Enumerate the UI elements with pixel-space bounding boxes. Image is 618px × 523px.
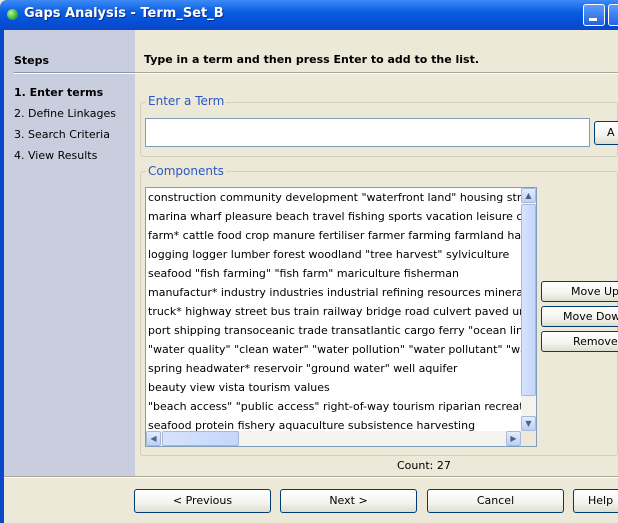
scroll-up-icon[interactable]: ▲ xyxy=(521,188,536,203)
list-item[interactable]: beauty view vista tourism values xyxy=(148,379,330,396)
remove-button[interactable]: Remove xyxy=(541,331,618,352)
minimize-button[interactable] xyxy=(583,4,605,26)
list-item[interactable]: "water quality" "clean water" "water pol… xyxy=(148,341,531,358)
previous-button[interactable]: < Previous xyxy=(134,489,271,513)
count-label: Count: 27 xyxy=(397,459,451,472)
vertical-scroll-thumb[interactable] xyxy=(521,204,536,396)
scroll-left-icon[interactable]: ◀ xyxy=(146,431,161,446)
title-bar[interactable]: Gaps Analysis - Term_Set_B xyxy=(0,0,618,30)
maximize-button[interactable] xyxy=(608,4,618,26)
next-button[interactable]: Next > xyxy=(280,489,417,513)
add-button[interactable]: A xyxy=(594,121,618,145)
list-item[interactable]: marina wharf pleasure beach travel fishi… xyxy=(148,208,529,225)
scroll-corner xyxy=(521,431,536,446)
list-item[interactable]: logging logger lumber forest woodland "t… xyxy=(148,246,509,263)
instruction-text: Type in a term and then press Enter to a… xyxy=(144,53,480,66)
list-item[interactable]: seafood "fish farming" "fish farm" maric… xyxy=(148,265,459,282)
horizontal-scroll-thumb[interactable] xyxy=(162,431,239,446)
list-item[interactable]: truck* highway street bus train railway … xyxy=(148,303,524,320)
list-item[interactable]: construction community development "wate… xyxy=(148,189,536,206)
vertical-scrollbar[interactable]: ▲ ▼ xyxy=(521,188,536,431)
list-item[interactable]: "beach access" "public access" right-of-… xyxy=(148,398,533,415)
move-up-button[interactable]: Move Up xyxy=(541,281,618,302)
steps-divider xyxy=(14,72,135,74)
step-view-results: 4. View Results xyxy=(14,149,98,162)
components-title: Components xyxy=(146,164,226,178)
term-input[interactable] xyxy=(145,118,590,147)
window-title: Gaps Analysis - Term_Set_B xyxy=(24,6,224,21)
cancel-button[interactable]: Cancel xyxy=(427,489,564,513)
horizontal-scrollbar[interactable]: ◀ ▶ xyxy=(146,431,521,446)
app-icon xyxy=(7,9,18,20)
list-item[interactable]: manufactur* industry industries industri… xyxy=(148,284,526,301)
help-button[interactable]: Help xyxy=(573,489,618,513)
scroll-right-icon[interactable]: ▶ xyxy=(506,431,521,446)
move-down-button[interactable]: Move Down xyxy=(541,306,618,327)
list-item[interactable]: farm* cattle food crop manure fertiliser… xyxy=(148,227,532,244)
enter-term-title: Enter a Term xyxy=(146,94,227,108)
components-list[interactable]: construction community development "wate… xyxy=(145,187,537,447)
steps-heading: Steps xyxy=(14,54,50,67)
step-search-criteria: 3. Search Criteria xyxy=(14,128,110,141)
step-enter-terms: 1. Enter terms xyxy=(14,86,104,99)
list-item[interactable]: spring headwater* reservoir "ground wate… xyxy=(148,360,458,377)
scroll-down-icon[interactable]: ▼ xyxy=(521,416,536,431)
header-divider xyxy=(135,72,618,74)
list-item[interactable]: port shipping transoceanic trade transat… xyxy=(148,322,530,339)
step-define-linkages: 2. Define Linkages xyxy=(14,107,116,120)
